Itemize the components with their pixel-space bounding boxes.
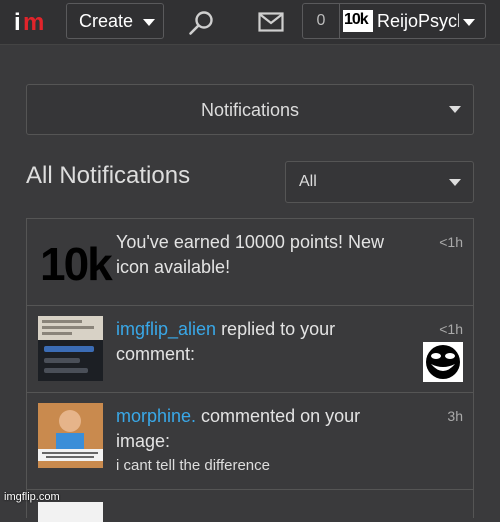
filter-select[interactable]: All bbox=[285, 161, 474, 203]
page-title: All Notifications bbox=[26, 162, 191, 189]
search-icon[interactable] bbox=[188, 10, 214, 36]
comment-text: i cant tell the difference bbox=[116, 457, 270, 474]
points-icon: 10k bbox=[38, 229, 113, 294]
chevron-down-icon bbox=[463, 19, 475, 26]
troll-face-icon[interactable] bbox=[423, 342, 463, 382]
meme-thumbnail[interactable] bbox=[38, 502, 103, 522]
top-bar: im Create 0 10k ReijoPsych bbox=[0, 0, 500, 45]
chevron-down-icon bbox=[143, 19, 155, 26]
list-item[interactable] bbox=[27, 490, 473, 522]
user-link[interactable]: morphine. bbox=[116, 406, 196, 426]
notification-time: <1h bbox=[439, 321, 463, 337]
notification-count[interactable]: 0 bbox=[303, 4, 340, 38]
mail-icon[interactable] bbox=[258, 12, 284, 32]
filter-select-value: All bbox=[299, 173, 317, 190]
notification-text: morphine. commented on your image: bbox=[116, 406, 361, 451]
notification-text: You've earned 10000 points! New icon ava… bbox=[116, 232, 384, 277]
imgflip-logo[interactable]: im bbox=[14, 6, 54, 36]
chevron-down-icon bbox=[449, 179, 461, 186]
meme-thumbnail[interactable] bbox=[38, 403, 103, 468]
watermark: imgflip.com bbox=[4, 491, 60, 503]
notification-text: imgflip_alien replied to your comment: bbox=[116, 319, 336, 364]
list-item[interactable]: morphine. commented on your image: i can… bbox=[27, 393, 473, 490]
notification-list: 10k You've earned 10000 points! New icon… bbox=[26, 218, 474, 522]
username: ReijoPsych bbox=[377, 11, 459, 31]
list-item[interactable]: imgflip_alien replied to your comment: <… bbox=[27, 306, 473, 393]
chevron-down-icon bbox=[449, 106, 461, 113]
notification-time: 3h bbox=[447, 408, 463, 424]
user-link[interactable]: imgflip_alien bbox=[116, 319, 216, 339]
notifications-select-label: Notifications bbox=[200, 100, 300, 120]
meme-thumbnail[interactable] bbox=[38, 316, 103, 381]
user-menu[interactable]: 0 10k ReijoPsych bbox=[302, 3, 486, 39]
notifications-select[interactable]: Notifications bbox=[26, 84, 474, 135]
create-label: Create bbox=[79, 11, 134, 31]
notification-time: <1h bbox=[439, 234, 463, 250]
list-item[interactable]: 10k You've earned 10000 points! New icon… bbox=[27, 219, 473, 306]
create-button[interactable]: Create bbox=[66, 3, 164, 39]
avatar: 10k bbox=[343, 10, 373, 32]
